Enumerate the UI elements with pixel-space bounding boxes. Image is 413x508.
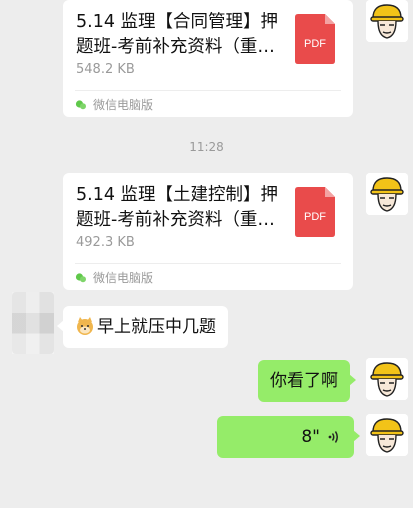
hardhat-worker-avatar [366,0,408,42]
svg-text:PDF: PDF [304,38,326,50]
file-title: 5.14 监理【合同管理】押题班-考前补充资料（重… [76,12,279,57]
doge-emoji [75,316,95,336]
file-title: 5.14 监理【土建控制】押题班-考前补充资料（重… [76,185,279,230]
hardhat-worker-avatar [366,173,408,215]
file-source-label: 微信电脑版 [93,271,154,285]
contact-avatar-blurred[interactable] [12,292,54,354]
voice-duration: 8" [301,427,320,447]
file-source-label: 微信电脑版 [93,98,154,112]
incoming-message-text: 早上就压中几题 [97,317,216,337]
file-source: 微信电脑版 [75,96,153,113]
svg-text:PDF: PDF [304,211,326,223]
hardhat-worker-avatar [366,358,408,400]
pdf-file-icon: PDF [295,187,335,237]
outgoing-message-bubble[interactable]: 你看了啊 [258,360,356,402]
outgoing-message-text: 你看了啊 [270,371,338,391]
file-size: 492.3 KB [76,235,135,250]
file-source: 微信电脑版 [75,269,153,286]
avatar[interactable] [366,173,408,215]
file-message-card[interactable]: 5.14 监理【土建控制】押题班-考前补充资料（重… 492.3 KB PDF … [63,173,353,290]
file-message-card[interactable]: 5.14 监理【合同管理】押题班-考前补充资料（重… 548.2 KB PDF … [63,0,353,117]
avatar[interactable] [366,0,408,42]
incoming-message-bubble[interactable]: 早上就压中几题 [57,306,228,348]
avatar[interactable] [366,358,408,400]
voice-wave-icon [326,429,342,445]
wechat-icon [75,99,87,111]
pdf-file-icon: PDF [295,14,335,64]
wechat-icon [75,272,87,284]
hardhat-worker-avatar [366,414,408,456]
message-timestamp: 11:28 [189,140,224,154]
card-divider [75,90,341,91]
file-size: 548.2 KB [76,62,135,77]
voice-message-bubble[interactable]: 8" [217,416,360,458]
card-divider [75,263,341,264]
avatar[interactable] [366,414,408,456]
